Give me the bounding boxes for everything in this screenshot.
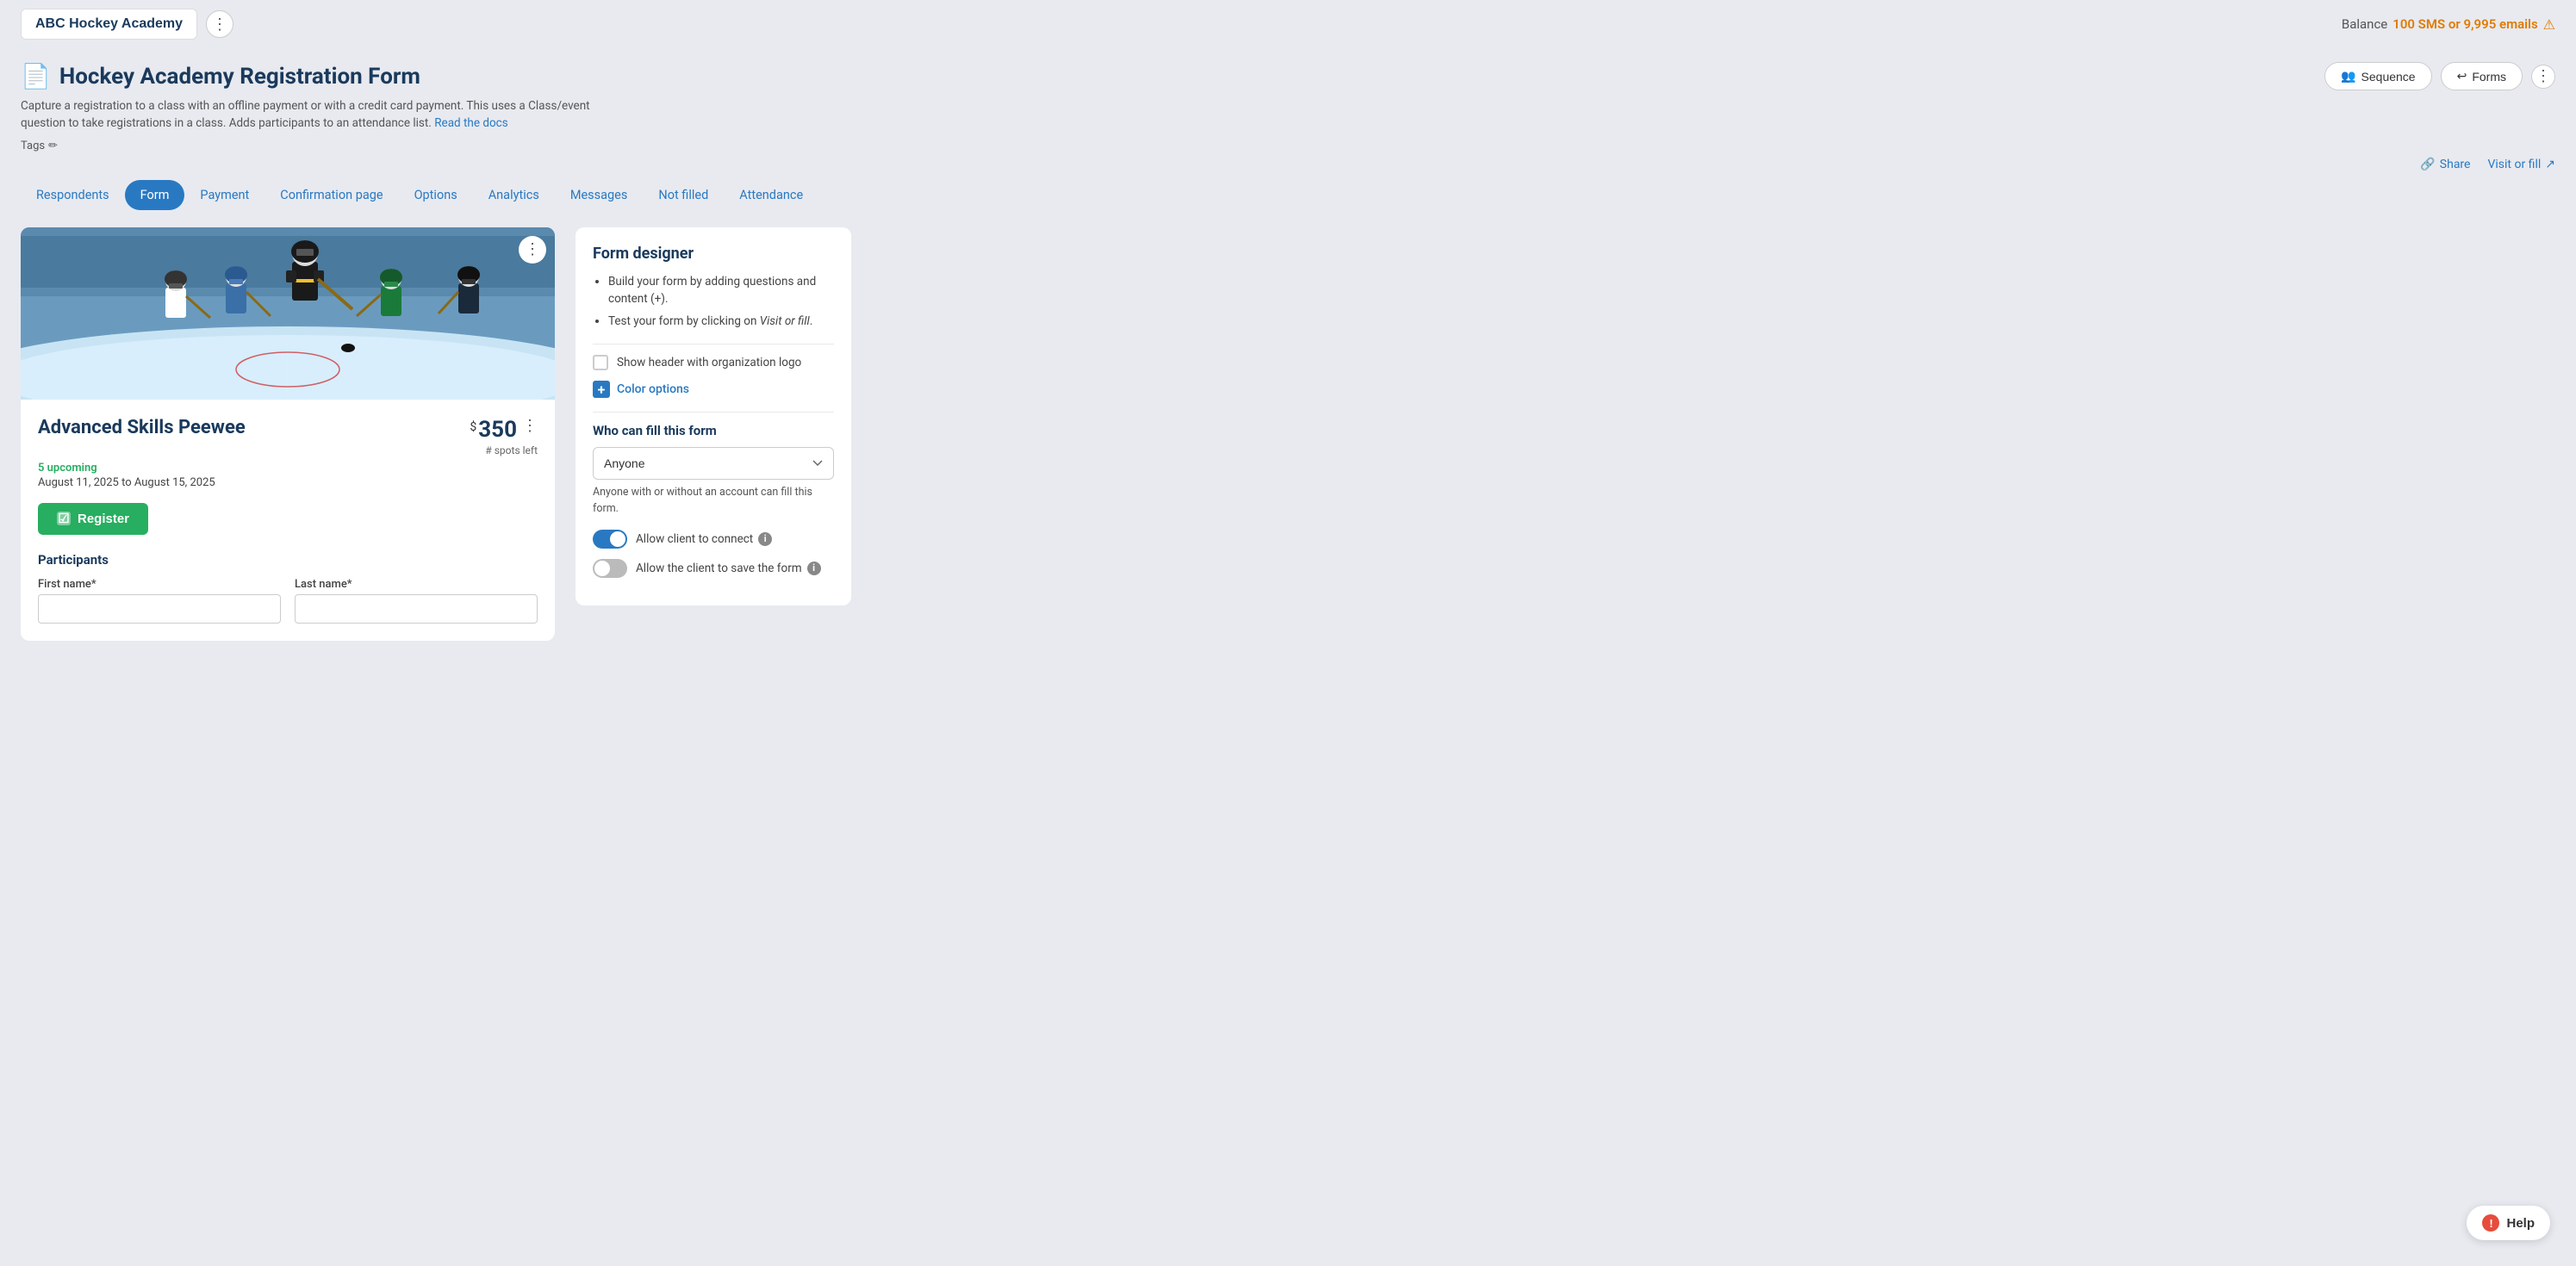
form-preview-card: ⋮ Advanced Skills Peewee $ 350 ⋮: [21, 227, 555, 641]
org-name-button[interactable]: ABC Hockey Academy: [21, 9, 197, 40]
form-header-image: ⋮: [21, 227, 555, 400]
top-bar: ABC Hockey Academy ⋮ Balance 100 SMS or …: [0, 0, 2576, 48]
page-description: Capture a registration to a class with a…: [21, 97, 624, 133]
last-name-group: Last name*: [295, 578, 538, 624]
name-fields-row: First name* Last name*: [38, 578, 538, 624]
tags-label: Tags ✏: [21, 140, 58, 152]
first-name-label: First name*: [38, 578, 281, 591]
designer-divider-2: [593, 412, 834, 413]
allow-save-row: Allow the client to save the form i: [593, 559, 834, 578]
tags-row: Tags ✏: [21, 140, 2555, 152]
external-link-icon: ↗: [2545, 158, 2555, 171]
allow-save-info-icon[interactable]: i: [807, 562, 821, 575]
anyone-desc: Anyone with or without an account can fi…: [593, 485, 834, 518]
warning-icon: ⚠: [2543, 16, 2555, 33]
color-options-button[interactable]: + Color options: [593, 381, 834, 398]
visit-fill-link-text: Visit or fill: [760, 314, 810, 328]
allow-connect-toggle[interactable]: [593, 530, 627, 549]
designer-bullet-1: Build your form by adding questions and …: [608, 273, 834, 308]
docs-link[interactable]: Read the docs: [434, 116, 508, 130]
tags-edit-icon[interactable]: ✏: [48, 140, 58, 152]
share-row: 🔗 Share Visit or fill ↗: [0, 152, 2576, 177]
share-label: Share: [2440, 158, 2471, 171]
org-menu-icon: ⋮: [212, 16, 227, 34]
class-header: Advanced Skills Peewee $ 350 ⋮ # spots l…: [38, 417, 538, 456]
tab-respondents[interactable]: Respondents: [21, 180, 125, 210]
last-name-label: Last name*: [295, 578, 538, 591]
register-label: Register: [78, 512, 129, 526]
upcoming-text: 5 upcoming: [38, 462, 538, 475]
image-menu-icon: ⋮: [525, 240, 540, 258]
designer-bullets: Build your form by adding questions and …: [593, 273, 834, 331]
help-icon: !: [2482, 1214, 2499, 1232]
forms-icon: ↩: [2457, 69, 2467, 84]
tab-form[interactable]: Form: [125, 180, 185, 210]
show-logo-checkbox[interactable]: [593, 355, 608, 370]
date-range: August 11, 2025 to August 15, 2025: [38, 476, 538, 489]
visit-or-fill-link[interactable]: Visit or fill ↗: [2487, 158, 2555, 171]
allow-connect-row: Allow client to connect i: [593, 530, 834, 549]
allow-save-label: Allow the client to save the form i: [636, 562, 821, 575]
sequence-button[interactable]: 👥 Sequence: [2324, 62, 2432, 90]
register-button[interactable]: ☑ Register: [38, 503, 148, 535]
last-name-input[interactable]: [295, 594, 538, 624]
visit-label: Visit or fill: [2487, 158, 2541, 171]
who-fill-dropdown[interactable]: Anyone Only logged-in users Only invited…: [593, 447, 834, 480]
balance-value: 100 SMS or 9,995 emails: [2392, 16, 2537, 32]
image-menu-button[interactable]: ⋮: [519, 236, 546, 264]
help-button[interactable]: ! Help: [2467, 1206, 2550, 1240]
tab-attendance[interactable]: Attendance: [724, 180, 818, 210]
forms-label: Forms: [2472, 70, 2506, 84]
class-title: Advanced Skills Peewee: [38, 417, 246, 438]
org-menu-button[interactable]: ⋮: [206, 10, 233, 38]
color-options-label: Color options: [617, 382, 689, 396]
doc-icon: 📄: [21, 62, 51, 90]
participants-section: Participants First name* Last name*: [38, 552, 538, 624]
allow-connect-label: Allow client to connect i: [636, 532, 772, 546]
price-symbol: $: [470, 420, 476, 434]
sequence-icon: 👥: [2341, 69, 2355, 84]
designer-title: Form designer: [593, 245, 834, 263]
tab-payment[interactable]: Payment: [184, 180, 264, 210]
share-link[interactable]: 🔗 Share: [2420, 158, 2470, 171]
allow-save-toggle[interactable]: [593, 559, 627, 578]
sequence-label: Sequence: [2361, 70, 2416, 84]
forms-button[interactable]: ↩ Forms: [2441, 62, 2523, 90]
tab-analytics[interactable]: Analytics: [473, 180, 555, 210]
tab-options[interactable]: Options: [399, 180, 473, 210]
page-title: Hockey Academy Registration Form: [59, 64, 420, 90]
price-menu-button[interactable]: ⋮: [522, 417, 538, 435]
more-options-icon: ⋮: [2536, 67, 2551, 85]
balance-label: Balance: [2342, 16, 2387, 32]
tab-confirmation[interactable]: Confirmation page: [264, 180, 398, 210]
share-icon: 🔗: [2420, 158, 2435, 171]
show-logo-label: Show header with organization logo: [617, 356, 801, 369]
main-content: ⋮ Advanced Skills Peewee $ 350 ⋮: [0, 210, 2576, 658]
help-label: Help: [2506, 1216, 2535, 1231]
tab-notfilled[interactable]: Not filled: [643, 180, 724, 210]
allow-connect-info-icon[interactable]: i: [758, 532, 772, 546]
price-amount: 350: [478, 417, 517, 443]
org-name-label: ABC Hockey Academy: [35, 16, 183, 32]
price-menu-icon: ⋮: [522, 417, 538, 434]
color-options-plus-icon: +: [593, 381, 610, 398]
page-actions: 👥 Sequence ↩ Forms ⋮: [2324, 62, 2555, 90]
page-header: 📄 Hockey Academy Registration Form 👥 Seq…: [0, 48, 2576, 152]
form-designer-panel: Form designer Build your form by adding …: [576, 227, 851, 605]
tab-messages[interactable]: Messages: [555, 180, 644, 210]
spots-left-label: # spots left: [470, 444, 538, 456]
designer-bullet-2: Test your form by clicking on Visit or f…: [608, 313, 834, 330]
more-options-button[interactable]: ⋮: [2531, 65, 2555, 89]
participants-title: Participants: [38, 552, 538, 568]
balance-area: Balance 100 SMS or 9,995 emails ⚠: [2342, 16, 2555, 33]
register-icon: ☑: [57, 512, 71, 525]
show-logo-row: Show header with organization logo: [593, 355, 834, 370]
first-name-group: First name*: [38, 578, 281, 624]
tabs-row: Respondents Form Payment Confirmation pa…: [0, 180, 2576, 210]
form-body: Advanced Skills Peewee $ 350 ⋮ # spots l…: [21, 400, 555, 641]
who-fill-title: Who can fill this form: [593, 423, 834, 438]
first-name-input[interactable]: [38, 594, 281, 624]
